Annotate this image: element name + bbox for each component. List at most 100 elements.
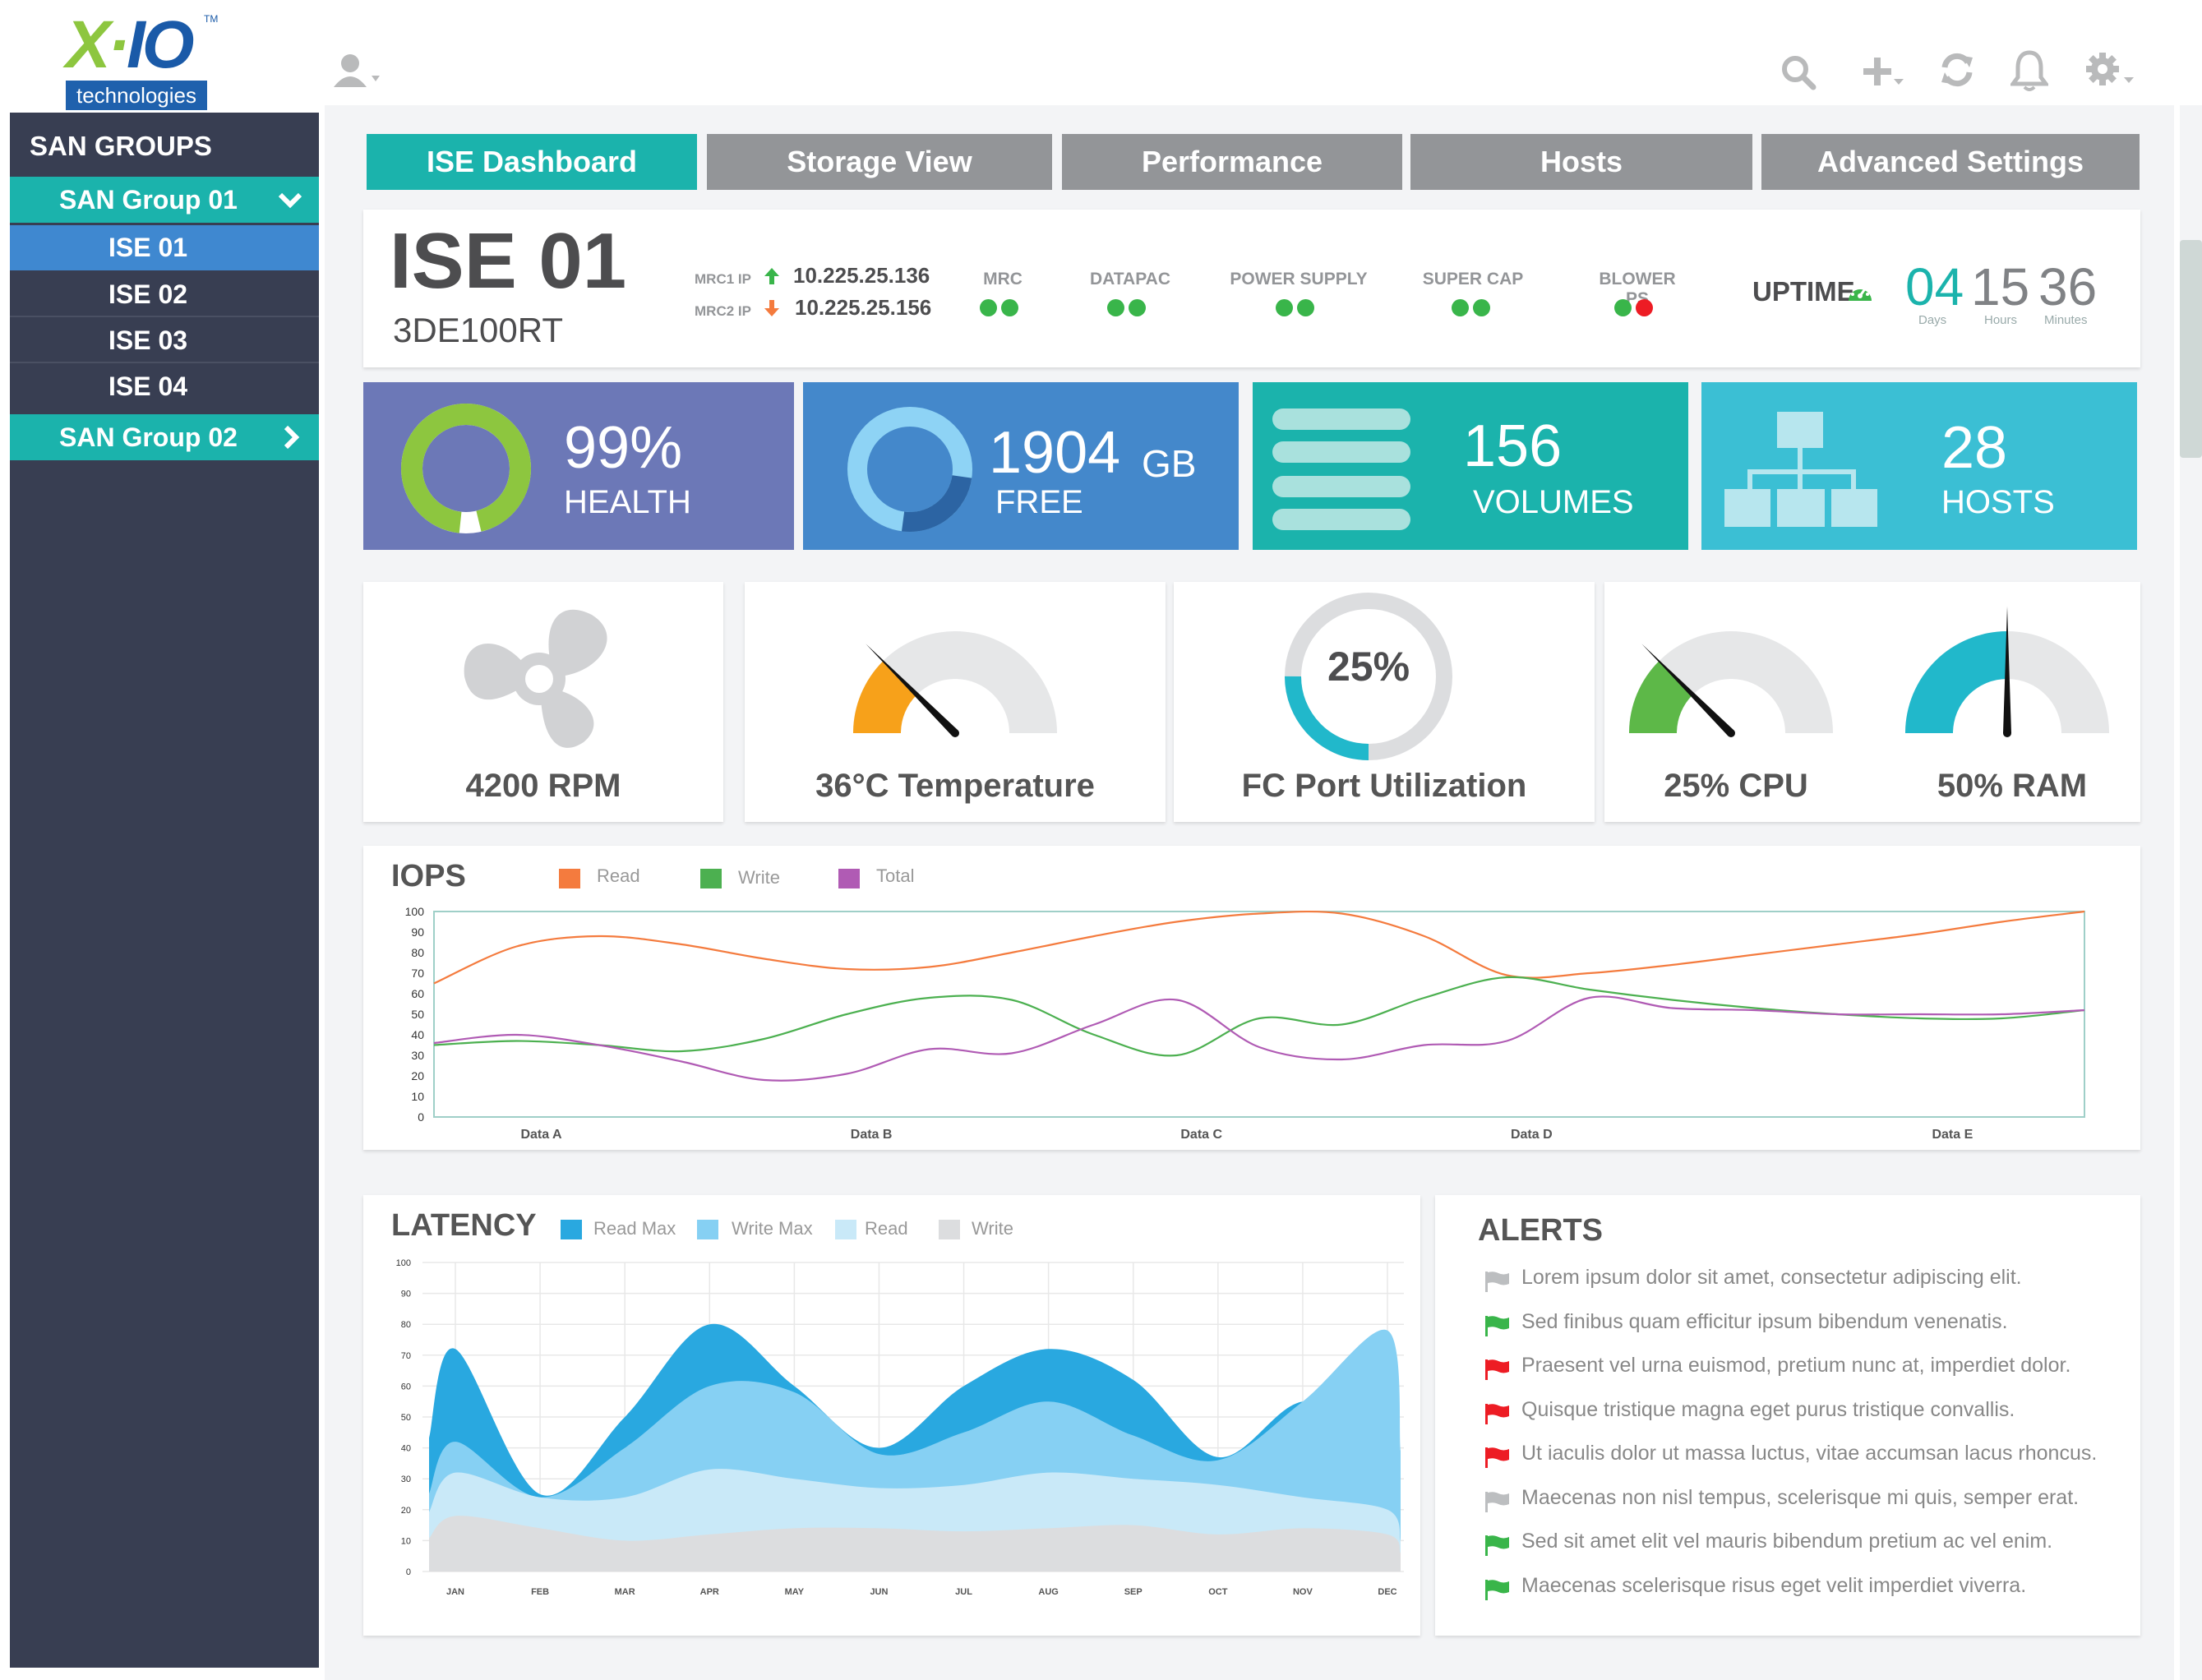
uptime-days-label: Days	[1918, 313, 1947, 327]
sidebar-group-san-01[interactable]: SAN Group 01	[10, 177, 319, 223]
alert-item[interactable]: Lorem ipsum dolor sit amet, consectetur …	[1521, 1266, 2022, 1290]
x-tick-label: Data E	[1932, 1128, 1973, 1142]
free-space-tile[interactable]: 1904 GB FREE	[803, 382, 1239, 550]
sidebar-item-ise-03[interactable]: ISE 03	[10, 318, 319, 363]
status-dot	[1473, 299, 1490, 316]
y-tick-label: 80	[401, 1320, 411, 1330]
volumes-label: VOLUMES	[1473, 484, 1634, 520]
x-tick-label: JUL	[955, 1587, 972, 1597]
alert-item[interactable]: Praesent vel urna euismod, pretium nunc …	[1521, 1354, 2070, 1378]
y-tick-label: 30	[401, 1475, 411, 1484]
sidebar-item-ise-04[interactable]: ISE 04	[10, 364, 319, 409]
health-tile[interactable]: 99% HEALTH	[363, 382, 794, 550]
y-tick-label: 40	[411, 1028, 424, 1041]
temperature-gauge	[853, 631, 1057, 737]
temperature-card: 36°C Temperature	[745, 582, 1166, 822]
sidebar-item-ise-02[interactable]: ISE 02	[10, 272, 319, 317]
status-dot	[1297, 299, 1314, 316]
x-tick-label: SEP	[1124, 1587, 1143, 1597]
y-tick-label: 100	[405, 905, 425, 918]
alert-item[interactable]: Sed sit amet elit vel mauris bibendum pr…	[1521, 1530, 2052, 1553]
chevron-right-icon[interactable]	[276, 414, 304, 474]
mrc1-label: MRC1 IP	[695, 271, 751, 287]
user-icon[interactable]	[332, 51, 390, 98]
y-tick-label: 0	[406, 1567, 411, 1577]
x-tick-label: DEC	[1378, 1587, 1396, 1597]
series-line-write	[433, 976, 2085, 1057]
x-tick-label: Data D	[1511, 1128, 1553, 1142]
volumes-tile[interactable]: 156 VOLUMES	[1253, 382, 1688, 550]
flag-icon	[1484, 1491, 1512, 1512]
flag-icon	[1484, 1535, 1512, 1556]
tab-hosts[interactable]: Hosts	[1410, 134, 1752, 190]
ram-label: 50% RAM	[1937, 768, 2088, 804]
status-label-datapac: DATAPAC	[1090, 270, 1170, 288]
alert-item[interactable]: Ut iaculis dolor ut massa luctus, vitae …	[1521, 1442, 2097, 1465]
x-tick-label: OCT	[1208, 1587, 1228, 1597]
y-tick-label: 50	[401, 1413, 411, 1423]
gear-icon[interactable]	[2084, 51, 2142, 96]
flag-icon	[1484, 1447, 1512, 1468]
x-tick-label: JUN	[870, 1587, 888, 1597]
status-dots-power-supply	[1276, 299, 1318, 321]
arrow-down-icon	[763, 298, 781, 322]
x-tick-label: FEB	[531, 1587, 549, 1597]
y-tick-label: 10	[411, 1090, 424, 1103]
cpu-ram-card: 25% CPU 50% RAM	[1604, 582, 2140, 822]
xio-logo[interactable]: X·IO TM technologies	[64, 7, 218, 110]
series-line-read	[433, 910, 2085, 985]
alert-item[interactable]: Maecenas non nisl tempus, scelerisque mi…	[1521, 1486, 2079, 1510]
alert-item[interactable]: Maecenas scelerisque risus eget velit im…	[1521, 1574, 2026, 1598]
hosts-value: 28	[1941, 415, 2008, 481]
y-tick-label: 90	[401, 1290, 411, 1299]
status-dot	[1636, 299, 1653, 316]
free-space-ring	[847, 407, 972, 532]
tab-advanced-settings[interactable]: Advanced Settings	[1761, 134, 2140, 190]
alert-item[interactable]: Quisque tristique magna eget purus trist…	[1521, 1398, 2015, 1422]
search-icon[interactable]	[1780, 54, 1817, 96]
tab-storage-view[interactable]: Storage View	[707, 134, 1052, 190]
x-tick-label: Data B	[851, 1128, 893, 1142]
arrow-up-icon	[763, 266, 781, 290]
sidebar-group-san-02[interactable]: SAN Group 02	[10, 414, 319, 460]
health-ring	[400, 404, 531, 533]
y-tick-label: 20	[411, 1069, 424, 1082]
status-dot	[980, 299, 997, 316]
x-tick-label: MAR	[615, 1587, 635, 1597]
mrc2-ip: 10.225.25.156	[795, 295, 932, 320]
mrc2-label: MRC2 IP	[695, 303, 751, 319]
add-icon[interactable]	[1863, 54, 1912, 98]
refresh-icon[interactable]	[1938, 51, 1976, 95]
logo-mark: X·IO	[66, 7, 195, 82]
free-space-unit: GB	[1142, 442, 1197, 485]
bell-icon[interactable]	[2009, 49, 2050, 98]
sidebar-group-label: SAN Group 01	[59, 185, 238, 215]
cpu-label: 25% CPU	[1664, 768, 1808, 804]
status-dot	[1452, 299, 1469, 316]
y-tick-label: 60	[411, 987, 424, 1000]
gauge-needle-tip	[1727, 729, 1735, 737]
sidebar-group-label: SAN Group 02	[59, 422, 238, 452]
fc-port-card: 25% FC Port Utilization	[1174, 582, 1595, 822]
hosts-label: HOSTS	[1941, 484, 2055, 520]
status-dots-datapac	[1107, 299, 1150, 321]
alerts-title: ALERTS	[1478, 1213, 1603, 1248]
flag-icon	[1484, 1315, 1512, 1336]
sidebar-item-ise-01[interactable]: ISE 01	[10, 225, 319, 270]
y-tick-label: 70	[401, 1351, 411, 1361]
y-tick-label: 60	[401, 1382, 411, 1392]
cpu-gauge	[1629, 631, 1833, 737]
status-label-mrc: MRC	[983, 270, 1023, 288]
scrollbar-thumb[interactable]	[2180, 240, 2202, 458]
free-space-value: 1904	[989, 420, 1121, 486]
alert-item[interactable]: Sed finibus quam efficitur ipsum bibendu…	[1521, 1310, 2008, 1334]
tab-ise-dashboard[interactable]: ISE Dashboard	[367, 134, 697, 190]
hosts-tile[interactable]: 28 HOSTS	[1701, 382, 2137, 550]
gauge-needle-tip	[951, 729, 959, 737]
tab-performance[interactable]: Performance	[1062, 134, 1402, 190]
device-name: ISE 01	[390, 217, 627, 305]
sidebar: SAN GROUPS SAN Group 01 ISE 01 ISE 02 IS…	[10, 113, 319, 1668]
uptime-minutes: 36	[2038, 257, 2098, 316]
flag-icon	[1484, 1403, 1512, 1424]
status-dot	[1001, 299, 1018, 316]
